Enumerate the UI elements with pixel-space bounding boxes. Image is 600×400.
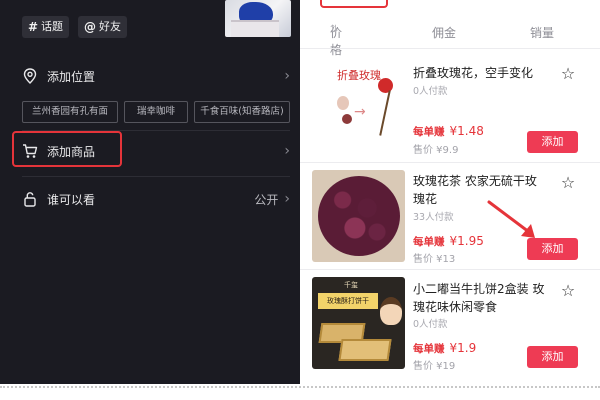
product-image[interactable]	[312, 170, 405, 262]
commission-per-order: 每单赚 ¥1.9	[413, 341, 477, 355]
sort-icon: ⇅	[330, 24, 339, 35]
divider	[300, 269, 600, 270]
lock-icon	[22, 191, 38, 207]
sort-by-sales[interactable]: 销量	[530, 24, 554, 41]
star-icon[interactable]: ☆	[560, 283, 576, 299]
commission-per-order: 每单赚 ¥1.48	[413, 124, 484, 138]
sort-by-commission[interactable]: 佣金	[432, 24, 456, 41]
add-location-label: 添加位置	[47, 69, 96, 84]
pointer-arrow-icon	[487, 200, 535, 238]
location-suggestion-chip[interactable]: 千食百味(知香路店)	[194, 101, 290, 123]
product-sold-count: 0人付款	[413, 319, 448, 330]
product-title: 折叠玫瑰花，空手变化	[413, 66, 534, 80]
topic-tag-label: 话题	[41, 20, 64, 33]
product-title: 小二嘟当牛扎饼2盒装 玫瑰花味休闲零食	[413, 282, 545, 314]
mention-friend-label: 好友	[99, 20, 121, 33]
product-image[interactable]: 千玺 玫瑰酥打饼干	[312, 277, 405, 369]
location-suggestion-chip[interactable]: 瑞幸咖啡	[124, 101, 188, 123]
mention-friend-button[interactable]: @ 好友	[78, 16, 127, 38]
chevron-right-icon: ›	[284, 68, 290, 84]
chevron-right-icon: ›	[284, 191, 290, 207]
divider	[22, 176, 290, 177]
add-product-button[interactable]: 添加	[527, 131, 578, 153]
visibility-label: 谁可以看	[47, 192, 96, 207]
sort-header: 价格 ⇅ 佣金 销量	[300, 24, 600, 57]
divider	[300, 48, 600, 49]
visibility-value: 公开	[254, 192, 279, 207]
product-selection-panel: 价格 ⇅ 佣金 销量 折叠玫瑰 → 折叠玫瑰花，空手变化 ☆ 0人付款 每单赚 …	[300, 0, 600, 384]
add-location-row[interactable]: 添加位置 ›	[22, 66, 290, 86]
hashtag-icon: #	[28, 20, 39, 34]
commission-per-order: 每单赚 ¥1.95	[413, 234, 484, 248]
highlight-box	[12, 131, 122, 167]
product-sold-count: 33人付款	[413, 212, 454, 223]
product-price: 售价 ¥13	[413, 254, 456, 265]
bottom-border	[0, 384, 600, 400]
video-cover-thumbnail[interactable]	[225, 0, 291, 37]
topic-tag-button[interactable]: # 话题	[22, 16, 70, 38]
at-icon: @	[84, 20, 96, 34]
add-product-button[interactable]: 添加	[527, 346, 578, 368]
highlight-box	[320, 0, 388, 8]
chevron-right-icon: ›	[284, 143, 290, 159]
product-price: 售价 ¥9.9	[413, 145, 459, 156]
location-pin-icon	[22, 68, 38, 84]
product-price: 售价 ¥19	[413, 361, 456, 372]
star-icon[interactable]: ☆	[560, 66, 576, 82]
visibility-row[interactable]: 谁可以看 公开 ›	[22, 189, 290, 209]
divider	[300, 162, 600, 163]
star-icon[interactable]: ☆	[560, 175, 576, 191]
post-settings-panel: # 话题 @ 好友 添加位置 › 兰州香园有孔有面 瑞幸咖啡 千食百味(知香路店…	[0, 0, 300, 384]
location-suggestion-chip[interactable]: 兰州香园有孔有面	[22, 101, 118, 123]
product-image[interactable]: 折叠玫瑰 →	[312, 56, 405, 148]
product-sold-count: 0人付款	[413, 86, 448, 97]
